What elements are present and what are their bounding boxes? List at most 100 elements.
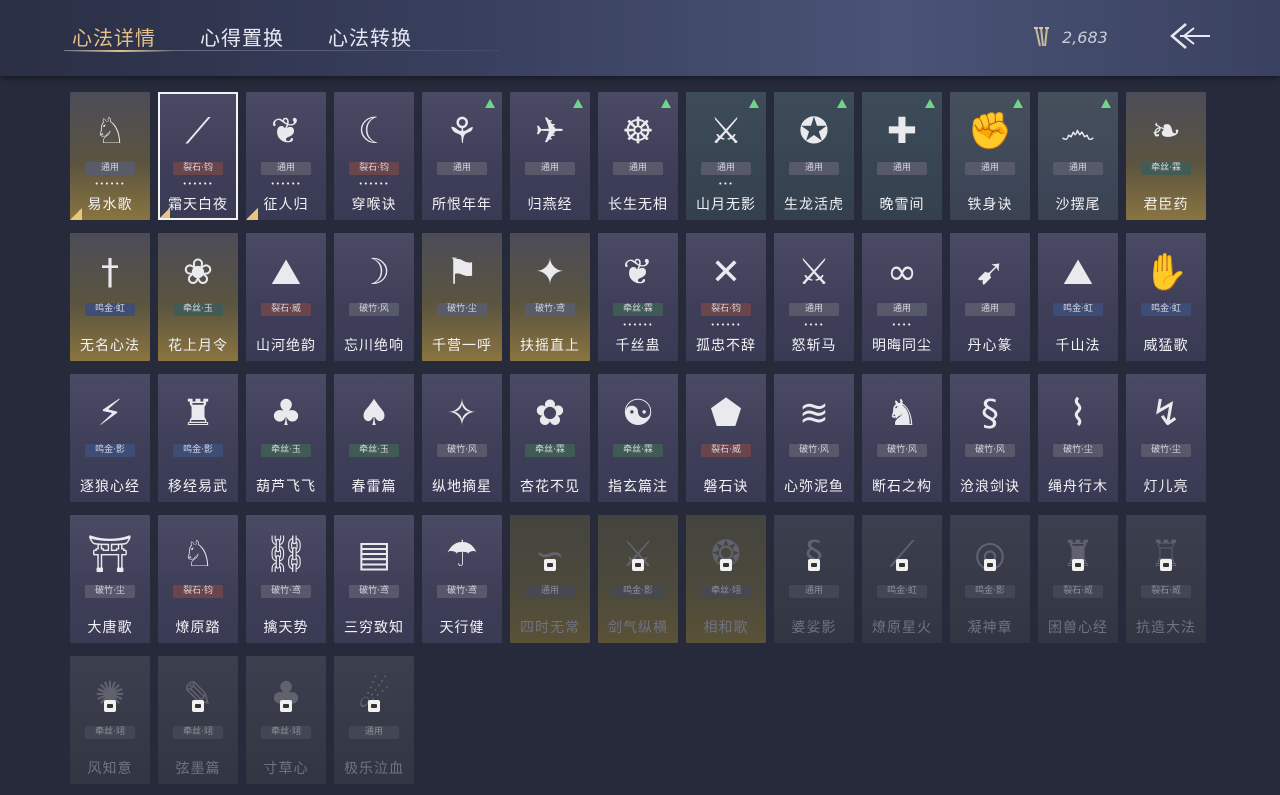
level-dots: ••••••	[270, 180, 302, 188]
skill-card[interactable]: ⟋ 裂石·钧 •••••• 霜天白夜	[158, 92, 238, 220]
skill-card[interactable]: ♣ 牵丝·翊 寸草心	[246, 656, 326, 784]
skill-card[interactable]: ♞ 破竹·风 断石之构	[862, 374, 942, 502]
lock-icon	[104, 700, 116, 712]
skill-card[interactable]: ⟋ 鸣金·虹 燎原星火	[862, 515, 942, 643]
skill-name: 忘川绝响	[344, 338, 404, 354]
skill-card[interactable]: ✕ 裂石·钧 •••••• 孤忠不辞	[686, 233, 766, 361]
skill-name: 凝神章	[967, 620, 1013, 636]
skill-name: 山河绝韵	[256, 338, 316, 354]
flower-icon: ❀	[182, 252, 214, 293]
skill-card[interactable]: ❧ 牵丝·霖 君臣药	[1126, 92, 1206, 220]
skill-card[interactable]: ෴ 通用 沙摆尾	[1038, 92, 1118, 220]
skill-card[interactable]: ✎ 牵丝·翊 弦墨篇	[158, 656, 238, 784]
skill-card[interactable]: ♣ 牵丝·玉 葫芦飞飞	[246, 374, 326, 502]
cross-icon: ✚	[886, 111, 918, 152]
skill-name: 移经易武	[168, 479, 228, 495]
skill-type-tag: 通用	[437, 162, 487, 175]
skill-name: 霜天白夜	[168, 197, 228, 213]
skill-card[interactable]: ❂ 牵丝·翊 相和歌	[686, 515, 766, 643]
skill-name: 明晦同尘	[872, 338, 932, 354]
spear-thrust-icon: ⟋	[889, 534, 915, 575]
skill-card[interactable]: ⛰ 裂石·威 山河绝韵	[246, 233, 326, 361]
skill-card[interactable]: ✺ 牵丝·翊 风知意	[70, 656, 150, 784]
skill-card[interactable]: ❦ 通用 •••••• 征人归	[246, 92, 326, 220]
skill-card[interactable]: ⛰ 鸣金·虹 千山法	[1038, 233, 1118, 361]
skill-card[interactable]: ⚘ 通用 所恨年年	[422, 92, 502, 220]
skill-card[interactable]: ♖ 裂石·威 抗造大法	[1126, 515, 1206, 643]
beast-icon: ♜	[1061, 534, 1095, 575]
skill-type-tag: 通用	[85, 162, 135, 175]
skill-name: 婆娑影	[791, 620, 837, 636]
skill-card[interactable]: ☂ 破竹·鸢 天行健	[422, 515, 502, 643]
skill-card[interactable]: † 鸣金·虹 无名心法	[70, 233, 150, 361]
skill-card[interactable]: ⬟ 裂石·威 磐石诀	[686, 374, 766, 502]
skill-card[interactable]: ⌇ 破竹·尘 绳舟行木	[1038, 374, 1118, 502]
skill-card[interactable]: ☯ 牵丝·霖 指玄篇注	[598, 374, 678, 502]
skill-card[interactable]: ❀ 牵丝·玉 花上月令	[158, 233, 238, 361]
skill-card[interactable]: ✿ 牵丝·霖 杏花不见	[510, 374, 590, 502]
skill-card[interactable]: ☄ 通用 极乐泣血	[334, 656, 414, 784]
equipped-corner-icon	[70, 208, 82, 220]
skill-type-tag: 破竹·鸢	[525, 303, 575, 316]
skill-type-tag: 牵丝·霖	[1141, 162, 1191, 175]
skill-card[interactable]: § 通用 婆娑影	[774, 515, 854, 643]
skill-card[interactable]: ✧ 破竹·风 纵地摘星	[422, 374, 502, 502]
skill-card[interactable]: ≋ 破竹·风 心弥泥鱼	[774, 374, 854, 502]
skill-card[interactable]: ⚔ 通用 ••• 山月无影	[686, 92, 766, 220]
skill-type-tag: 鸣金·虹	[1141, 303, 1191, 316]
skill-card[interactable]: ❦ 牵丝·霖 •••••• 千丝蛊	[598, 233, 678, 361]
skill-card[interactable]: ♜ 鸣金·影 移经易武	[158, 374, 238, 502]
skill-card[interactable]: ✚ 通用 晚雪间	[862, 92, 942, 220]
rope-icon: ⌇	[1069, 393, 1087, 434]
skill-type-tag: 破竹·风	[877, 444, 927, 457]
skill-type-tag: 鸣金·影	[613, 585, 663, 598]
lock-icon	[280, 700, 292, 712]
skill-card[interactable]: ⛓ 破竹·鸢 擒天势	[246, 515, 326, 643]
skill-name: 生龙活虎	[784, 197, 844, 213]
skill-name: 绳舟行木	[1048, 479, 1108, 495]
skill-name: 剑气纵横	[608, 620, 668, 636]
skill-card[interactable]: ▤ 破竹·鸢 三穷致知	[334, 515, 414, 643]
skill-card[interactable]: ∞ 通用 •••• 明晦同尘	[862, 233, 942, 361]
skill-card[interactable]: ◎ 鸣金·影 凝神章	[950, 515, 1030, 643]
skill-card[interactable]: ☾ 裂石·钧 •••••• 穿喉诀	[334, 92, 414, 220]
skill-card[interactable]: ⛩ 破竹·尘 大唐歌	[70, 515, 150, 643]
back-arrow-icon[interactable]	[1166, 20, 1212, 52]
skill-card[interactable]: ∽ 通用 四时无常	[510, 515, 590, 643]
skill-type-tag: 裂石·钧	[173, 585, 223, 598]
palace-icon: ⛩	[87, 534, 133, 575]
serpent-icon: §	[805, 534, 823, 575]
skill-card[interactable]: ♘ 通用 •••••• 易水歌	[70, 92, 150, 220]
skill-type-tag: 通用	[613, 162, 663, 175]
skill-card[interactable]: ✪ 通用 生龙活虎	[774, 92, 854, 220]
star-catch-icon: ✧	[446, 393, 478, 434]
skill-card[interactable]: ⚔ 通用 •••• 怒斩马	[774, 233, 854, 361]
skill-card[interactable]: ✦ 破竹·鸢 扶摇直上	[510, 233, 590, 361]
skill-card[interactable]: ♠ 牵丝·玉 春雷篇	[334, 374, 414, 502]
skill-type-tag: 裂石·威	[261, 303, 311, 316]
skill-name: 征人归	[263, 197, 309, 213]
skill-card[interactable]: ☽ 破竹·风 忘川绝响	[334, 233, 414, 361]
skill-type-tag: 牵丝·翊	[701, 585, 751, 598]
skill-card[interactable]: ⚡ 鸣金·影 逐狼心经	[70, 374, 150, 502]
skill-card[interactable]: ✊ 通用 铁身诀	[950, 92, 1030, 220]
skill-type-tag: 通用	[701, 162, 751, 175]
skill-card[interactable]: ➹ 通用 丹心篆	[950, 233, 1030, 361]
skill-card[interactable]: ♜ 裂石·威 困兽心经	[1038, 515, 1118, 643]
lock-icon	[1160, 559, 1172, 571]
skill-card[interactable]: ↯ 破竹·尘 灯儿亮	[1126, 374, 1206, 502]
skill-card[interactable]: ⚔ 鸣金·影 剑气纵横	[598, 515, 678, 643]
skill-name: 指玄篇注	[608, 479, 668, 495]
scroll-icon: ▤	[356, 534, 391, 575]
tab-details[interactable]: 心法详情	[72, 22, 156, 51]
skill-card[interactable]: ✋ 鸣金·虹 威猛歌	[1126, 233, 1206, 361]
tab-exchange[interactable]: 心得置换	[200, 22, 284, 51]
tab-convert[interactable]: 心法转换	[328, 22, 412, 51]
top-bar: 心法详情 心得置换 心法转换 2,683	[0, 0, 1280, 76]
skill-card[interactable]: ☸ 通用 长生无相	[598, 92, 678, 220]
skill-card[interactable]: § 破竹·风 沧浪剑诀	[950, 374, 1030, 502]
skill-card[interactable]: ♘ 裂石·钧 燎原踏	[158, 515, 238, 643]
skill-card[interactable]: ✈ 通用 归燕经	[510, 92, 590, 220]
skill-type-tag: 牵丝·霖	[525, 444, 575, 457]
skill-card[interactable]: ⚑ 破竹·尘 千营一呼	[422, 233, 502, 361]
